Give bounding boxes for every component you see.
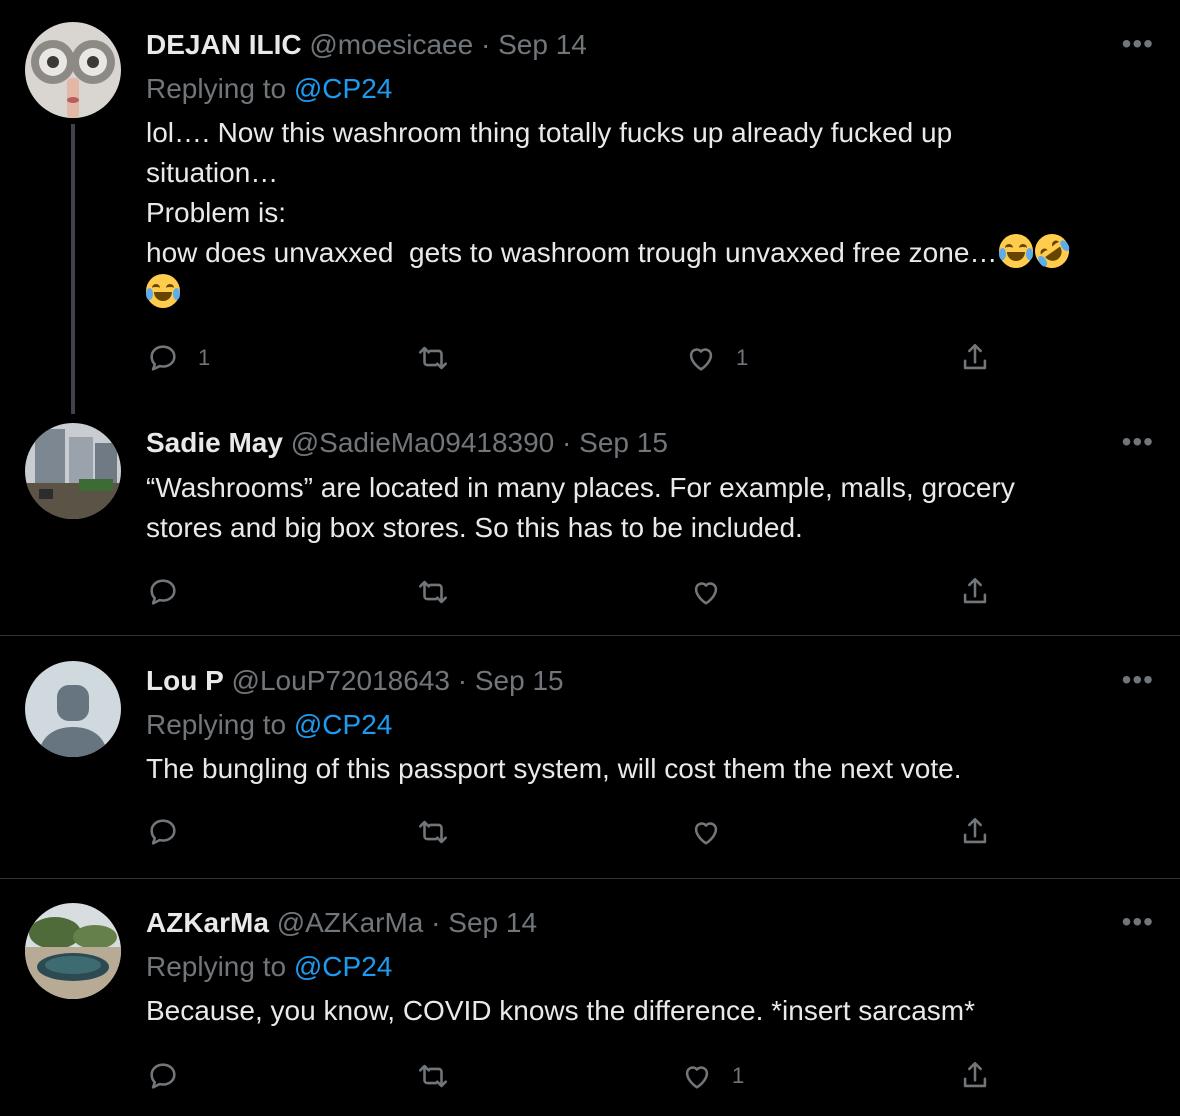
tweet-header: Sadie May @SadieMa09418390 · Sep 15 <box>146 426 668 460</box>
like-icon <box>685 1066 709 1089</box>
tweet-text-line <box>146 273 1146 313</box>
tweet-text-line: situation… <box>146 157 279 188</box>
separator: · <box>554 427 580 458</box>
replying-to-label: Replying to <box>146 709 294 740</box>
tweet-dejan-ilic[interactable]: DEJAN ILIC @moesicaee · Sep 14 ••• Reply… <box>0 0 1180 420</box>
like-count: 1 <box>736 345 749 370</box>
replying-to: Replying to @CP24 <box>146 950 392 984</box>
retweet-icon <box>418 580 448 604</box>
tweet-azkarma[interactable]: AZKarMa @AZKarMa · Sep 14 ••• Replying t… <box>0 879 1180 1116</box>
like-icon <box>694 822 718 845</box>
like-button[interactable]: 1 <box>680 1056 744 1096</box>
tweet-text: Because, you know, COVID knows the diffe… <box>146 991 1146 1031</box>
like-button[interactable] <box>689 812 741 852</box>
user-handle[interactable]: @moesicaee <box>309 29 473 60</box>
avatar-azkarma[interactable] <box>25 903 121 999</box>
tweet-text: The bungling of this passport system, wi… <box>146 749 1146 789</box>
avatar-dejan-ilic[interactable] <box>25 22 121 118</box>
retweet-icon <box>418 346 448 370</box>
tweet-date[interactable]: Sep 14 <box>498 29 587 60</box>
separator: · <box>473 29 499 60</box>
tweet-header: DEJAN ILIC @moesicaee · Sep 14 <box>146 28 587 62</box>
tweet-date[interactable]: Sep 15 <box>579 427 668 458</box>
share-button[interactable] <box>958 1056 992 1096</box>
share-icon <box>963 577 987 604</box>
retweet-button[interactable] <box>416 338 468 378</box>
more-icon[interactable]: ••• <box>1122 666 1154 694</box>
replying-to-label: Replying to <box>146 951 294 982</box>
tweet-text-line: The bungling of this passport system, wi… <box>146 753 962 784</box>
display-name[interactable]: Lou P <box>146 665 224 696</box>
separator: · <box>449 665 475 696</box>
rolling-on-the-floor-laughing-emoji <box>1028 227 1077 275</box>
tweet-lou-p[interactable]: Lou P @LouP72018643 · Sep 15 ••• Replyin… <box>0 636 1180 878</box>
avatar-sadie-may[interactable] <box>25 423 121 519</box>
retweet-icon <box>418 1064 448 1088</box>
share-button[interactable] <box>958 572 992 612</box>
like-icon <box>694 582 718 605</box>
retweet-button[interactable] <box>416 1056 468 1096</box>
tweet-text-line: lol…. Now this washroom thing totally fu… <box>146 117 953 148</box>
reply-icon <box>150 819 176 845</box>
tweet-actions: 1 1 <box>146 338 1046 378</box>
reply-button[interactable] <box>146 812 198 852</box>
mention-link[interactable]: @CP24 <box>294 709 392 740</box>
mention-link[interactable]: @CP24 <box>294 951 392 982</box>
avatar-lou-p[interactable] <box>25 661 121 757</box>
replying-to-label: Replying to <box>146 73 294 104</box>
tweet-text-line: stores and big box stores. So this has t… <box>146 512 803 543</box>
tweet-actions <box>146 812 1046 852</box>
tweet-header: Lou P @LouP72018643 · Sep 15 <box>146 664 564 698</box>
tweet-date[interactable]: Sep 14 <box>448 907 537 938</box>
reply-icon <box>150 345 176 371</box>
tweet-text-line: how does unvaxxed gets to washroom troug… <box>146 227 1146 275</box>
reply-icon <box>150 579 176 605</box>
like-button[interactable] <box>689 572 741 612</box>
share-icon <box>963 1061 987 1088</box>
tweet-text-line: “Washrooms” are located in many places. … <box>146 472 1015 503</box>
retweet-button[interactable] <box>416 572 468 612</box>
display-name[interactable]: Sadie May <box>146 427 283 458</box>
tweet-date[interactable]: Sep 15 <box>475 665 564 696</box>
share-button[interactable] <box>958 812 992 852</box>
more-icon[interactable]: ••• <box>1122 30 1154 58</box>
user-handle[interactable]: @SadieMa09418390 <box>291 427 555 458</box>
mention-link[interactable]: @CP24 <box>294 73 392 104</box>
face-with-tears-of-joy-emoji <box>999 234 1034 268</box>
tweet-text: lol…. Now this washroom thing totally fu… <box>146 113 1146 313</box>
tweet-text: “Washrooms” are located in many places. … <box>146 468 1146 548</box>
user-handle[interactable]: @LouP72018643 <box>232 665 450 696</box>
share-icon <box>963 343 987 370</box>
display-name[interactable]: AZKarMa <box>146 907 269 938</box>
thread-connector-line <box>71 124 75 414</box>
retweet-icon <box>418 820 448 844</box>
user-handle[interactable]: @AZKarMa <box>277 907 424 938</box>
like-icon <box>689 348 713 371</box>
tweet-actions: 1 <box>146 1056 1046 1096</box>
reply-count: 1 <box>198 345 211 370</box>
tweet-actions <box>146 572 1046 612</box>
reply-button[interactable] <box>146 572 198 612</box>
more-icon[interactable]: ••• <box>1122 428 1154 456</box>
more-icon[interactable]: ••• <box>1122 908 1154 936</box>
share-icon <box>963 817 987 844</box>
reply-button[interactable]: 1 <box>146 338 210 378</box>
tweet-text-line: Because, you know, COVID knows the diffe… <box>146 995 975 1026</box>
separator: · <box>423 907 449 938</box>
display-name[interactable]: DEJAN ILIC <box>146 29 302 60</box>
tweet-header: AZKarMa @AZKarMa · Sep 14 <box>146 906 537 940</box>
replying-to: Replying to @CP24 <box>146 708 392 742</box>
share-button[interactable] <box>958 338 992 378</box>
reply-button[interactable] <box>146 1056 198 1096</box>
like-button[interactable]: 1 <box>684 338 748 378</box>
default-avatar-icon <box>25 661 121 757</box>
reply-icon <box>150 1063 176 1089</box>
like-count: 1 <box>732 1063 745 1088</box>
face-with-tears-of-joy-emoji <box>146 274 180 308</box>
tweet-sadie-may[interactable]: Sadie May @SadieMa09418390 · Sep 15 ••• … <box>0 420 1180 635</box>
retweet-button[interactable] <box>416 812 468 852</box>
tweet-text-line: Problem is: <box>146 197 287 228</box>
replying-to: Replying to @CP24 <box>146 72 392 106</box>
